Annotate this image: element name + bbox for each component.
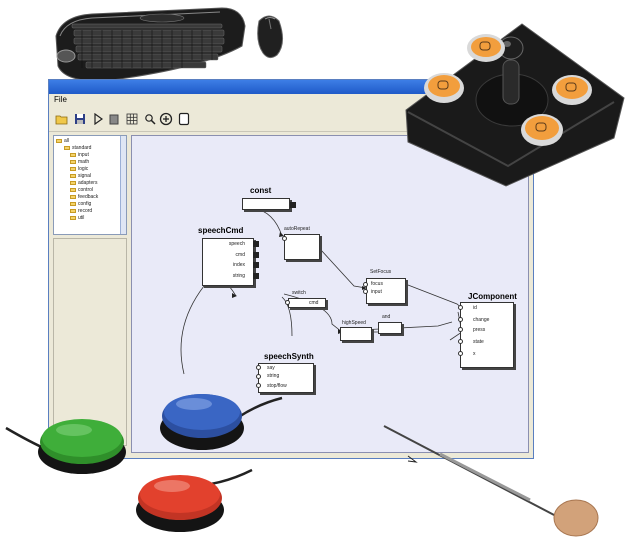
input-port[interactable] bbox=[458, 339, 463, 344]
search-icon[interactable] bbox=[143, 112, 157, 126]
input-port[interactable] bbox=[363, 289, 368, 294]
block-title-setfocus: SetFocus bbox=[370, 269, 392, 275]
tree-node-root[interactable]: all bbox=[56, 138, 69, 144]
tree-item[interactable]: feedback bbox=[70, 194, 98, 200]
output-port[interactable] bbox=[253, 273, 259, 279]
block-setfocus[interactable]: focus input bbox=[366, 278, 406, 304]
input-port[interactable] bbox=[458, 305, 463, 310]
folder-icon bbox=[70, 208, 76, 213]
tree-item[interactable]: record bbox=[70, 208, 92, 214]
block-title-speechsynth: speechSynth bbox=[264, 352, 314, 361]
component-tree: all standard input math logic signal ada… bbox=[53, 135, 127, 235]
folder-icon bbox=[70, 187, 76, 192]
folder-icon bbox=[70, 201, 76, 206]
folder-icon bbox=[64, 145, 70, 150]
block-title-highspeed: highSpeed bbox=[342, 320, 366, 326]
block-jcomponent[interactable]: id change press state x bbox=[460, 302, 514, 368]
block-and[interactable] bbox=[378, 322, 402, 334]
folder-icon bbox=[70, 159, 76, 164]
input-port[interactable] bbox=[256, 365, 261, 370]
input-port[interactable] bbox=[282, 236, 287, 241]
folder-icon bbox=[70, 180, 76, 185]
block-title-jcomponent: JComponent bbox=[468, 292, 517, 301]
folder-icon bbox=[56, 138, 62, 143]
block-title-speechcmd: speechCmd bbox=[198, 226, 244, 235]
joystick-image bbox=[405, 23, 625, 187]
output-port[interactable] bbox=[253, 262, 259, 268]
blue-switch-button[interactable] bbox=[158, 388, 248, 452]
tree-item[interactable]: util bbox=[70, 215, 84, 221]
input-port[interactable] bbox=[285, 300, 290, 305]
open-icon[interactable] bbox=[55, 112, 69, 126]
tree-item[interactable]: logic bbox=[70, 166, 88, 172]
block-speechsynth[interactable]: say string stop/flow bbox=[258, 363, 314, 393]
block-const[interactable] bbox=[242, 198, 290, 210]
stop-icon[interactable] bbox=[107, 112, 121, 126]
input-port[interactable] bbox=[256, 374, 261, 379]
output-port[interactable] bbox=[253, 241, 259, 247]
block-title-and: and bbox=[382, 314, 391, 320]
input-port[interactable] bbox=[256, 383, 261, 388]
blank-page-icon[interactable] bbox=[177, 112, 191, 126]
block-speechcmd[interactable]: speech cmd index string bbox=[202, 238, 254, 286]
tree-scrollbar[interactable] bbox=[120, 136, 126, 234]
block-highspeed[interactable] bbox=[340, 327, 372, 341]
menu-file[interactable]: File bbox=[54, 95, 67, 104]
input-port[interactable] bbox=[363, 282, 368, 287]
block-autorepeat[interactable] bbox=[284, 234, 320, 260]
input-port[interactable] bbox=[458, 351, 463, 356]
block-title-const: const bbox=[250, 186, 272, 195]
zoom-in-icon[interactable] bbox=[159, 112, 173, 126]
red-switch-button[interactable] bbox=[132, 468, 228, 534]
tree-item[interactable]: control bbox=[70, 187, 93, 193]
tree-item[interactable]: signal bbox=[70, 173, 91, 179]
input-port[interactable] bbox=[458, 317, 463, 322]
green-switch-button[interactable] bbox=[36, 412, 130, 478]
folder-icon bbox=[70, 194, 76, 199]
tree-item[interactable]: input bbox=[70, 152, 89, 158]
tree-item[interactable]: adapters bbox=[70, 180, 97, 186]
block-title-switch: switch bbox=[292, 290, 306, 296]
folder-icon bbox=[70, 166, 76, 171]
input-port[interactable] bbox=[458, 327, 463, 332]
folder-icon bbox=[70, 152, 76, 157]
save-icon[interactable] bbox=[73, 112, 87, 126]
block-title-autorepeat: autoRepeat bbox=[284, 226, 310, 232]
output-port[interactable] bbox=[253, 252, 259, 258]
tree-node-group[interactable]: standard bbox=[64, 145, 91, 151]
tree-item[interactable]: math bbox=[70, 159, 89, 165]
head-pointer-stylus-image bbox=[383, 425, 599, 537]
folder-icon bbox=[70, 173, 76, 178]
output-port[interactable] bbox=[290, 202, 296, 208]
block-switch[interactable]: cmd bbox=[288, 298, 326, 308]
folder-icon bbox=[70, 215, 76, 220]
mouse-image bbox=[257, 15, 283, 59]
grid-icon[interactable] bbox=[125, 112, 139, 126]
tree-item[interactable]: config bbox=[70, 201, 91, 207]
play-icon[interactable] bbox=[91, 112, 105, 126]
wireless-keyboard-image bbox=[55, 7, 246, 82]
